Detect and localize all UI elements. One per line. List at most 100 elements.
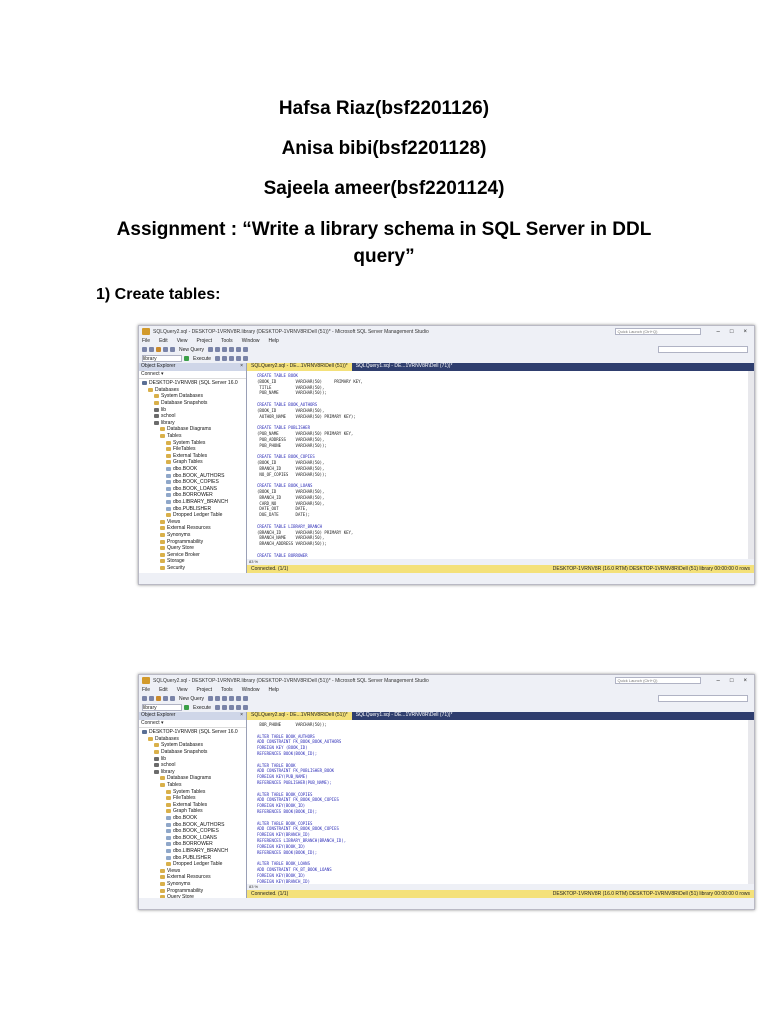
tree-node[interactable]: Databases [139, 387, 246, 394]
parse-icon[interactable] [222, 705, 228, 710]
forward-icon[interactable] [149, 696, 154, 701]
tree-node[interactable]: dbo.BOOK_AUTHORS [139, 821, 246, 828]
tree-node[interactable]: Programmability [139, 538, 246, 545]
tree-node[interactable]: System Databases [139, 393, 246, 400]
save-all-icon[interactable] [170, 696, 175, 701]
tree-node[interactable]: Views [139, 518, 246, 525]
redo-icon[interactable] [243, 347, 249, 352]
save-icon[interactable] [163, 696, 168, 701]
tree-node[interactable]: dbo.BOOK_COPIES [139, 828, 246, 835]
connect-button[interactable]: Connect ▾ [139, 720, 246, 728]
vertical-scrollbar[interactable] [748, 720, 754, 884]
menu-file[interactable]: File [142, 338, 150, 344]
menu-help[interactable]: Help [268, 687, 278, 693]
tree-node[interactable]: System Databases [139, 742, 246, 749]
tree-node[interactable]: DESKTOP-1VRNV8R (SQL Server 16.0 [139, 380, 246, 387]
minimize-icon[interactable]: – [717, 678, 720, 684]
execute-button[interactable]: Execute [191, 356, 213, 362]
tree-node[interactable]: Tables [139, 433, 246, 440]
tree-node[interactable]: Graph Tables [139, 808, 246, 815]
tree-node[interactable]: Service Broker [139, 551, 246, 558]
tree-node[interactable]: DESKTOP-1VRNV8R (SQL Server 16.0 [139, 729, 246, 736]
new-query-button[interactable]: New Query [177, 347, 206, 353]
tree-node[interactable]: Storage [139, 558, 246, 565]
tree-node[interactable]: Graph Tables [139, 459, 246, 466]
tree-node[interactable]: External Resources [139, 525, 246, 532]
tree-node[interactable]: library [139, 769, 246, 776]
menu-tools[interactable]: Tools [221, 338, 233, 344]
tree-node[interactable]: External Tables [139, 802, 246, 809]
tree-node[interactable]: dbo.BORROWER [139, 841, 246, 848]
menu-project[interactable]: Project [196, 687, 212, 693]
undo-icon[interactable] [236, 347, 242, 352]
parse-icon[interactable] [222, 356, 228, 361]
tree-node[interactable]: Database Snapshots [139, 749, 246, 756]
back-icon[interactable] [142, 696, 147, 701]
paste-icon[interactable] [229, 347, 235, 352]
debug-icon[interactable] [215, 356, 221, 361]
results-icon[interactable] [236, 356, 242, 361]
quick-launch-input[interactable]: Quick Launch (Ctrl+Q) [614, 677, 701, 684]
tree-node[interactable]: Dropped Ledger Table [139, 512, 246, 519]
tree-node[interactable]: Synonyms [139, 532, 246, 539]
tree-node[interactable]: Security [139, 565, 246, 572]
save-icon[interactable] [163, 347, 168, 352]
copy-icon[interactable] [222, 347, 228, 352]
tab-query1[interactable]: SQLQuery1.sql - DE...1VRNV8R\Dell (71))* [352, 363, 457, 371]
tree-node[interactable]: Tables [139, 782, 246, 789]
tree-node[interactable]: dbo.BOOK_LOANS [139, 486, 246, 493]
maximize-icon[interactable]: □ [730, 329, 734, 335]
menu-edit[interactable]: Edit [159, 687, 168, 693]
code-area[interactable]: BOR_PHONE VARCHAR(50)); ALTER TABLE BOOK… [247, 720, 754, 884]
tree-node[interactable]: dbo.PUBLISHER [139, 505, 246, 512]
menu-edit[interactable]: Edit [159, 338, 168, 344]
menu-help[interactable]: Help [268, 338, 278, 344]
menu-project[interactable]: Project [196, 338, 212, 344]
back-icon[interactable] [142, 347, 147, 352]
tree-node[interactable]: lib [139, 755, 246, 762]
connect-button[interactable]: Connect ▾ [139, 371, 246, 379]
execute-button[interactable]: Execute [191, 705, 213, 711]
tree-node[interactable]: dbo.PUBLISHER [139, 854, 246, 861]
db-query-icon[interactable] [208, 696, 214, 701]
maximize-icon[interactable]: □ [730, 678, 734, 684]
tree-node[interactable]: school [139, 413, 246, 420]
database-select[interactable]: library [142, 355, 182, 362]
debug-icon[interactable] [215, 705, 221, 710]
tab-query1[interactable]: SQLQuery1.sql - DE...1VRNV8R\Dell (71))* [352, 712, 457, 720]
tree-node[interactable]: Programmability [139, 887, 246, 894]
quick-launch-input[interactable]: Quick Launch (Ctrl+Q) [614, 328, 701, 335]
tree-node[interactable]: Query Store [139, 894, 246, 898]
save-all-icon[interactable] [170, 347, 175, 352]
results-icon[interactable] [236, 705, 242, 710]
db-query-icon[interactable] [208, 347, 214, 352]
close-icon[interactable]: × [743, 329, 747, 335]
comment-icon[interactable] [243, 356, 249, 361]
paste-icon[interactable] [229, 696, 235, 701]
open-icon[interactable] [156, 696, 161, 701]
execute-icon[interactable] [184, 705, 189, 710]
execute-icon[interactable] [184, 356, 189, 361]
tree-node[interactable]: dbo.BOOK_LOANS [139, 835, 246, 842]
tab-query2[interactable]: SQLQuery2.sql - DE...1VRNV8R\Dell (51))* [247, 712, 352, 720]
tree-node[interactable]: dbo.BOOK [139, 466, 246, 473]
vertical-scrollbar[interactable] [748, 371, 754, 559]
panel-close-icon[interactable]: × [240, 363, 243, 371]
tree-node[interactable]: Database Diagrams [139, 775, 246, 782]
tree-node[interactable]: Database Snapshots [139, 400, 246, 407]
cut-icon[interactable] [215, 347, 221, 352]
menu-view[interactable]: View [177, 338, 188, 344]
tree-node[interactable]: Dropped Ledger Table [139, 861, 246, 868]
cut-icon[interactable] [215, 696, 221, 701]
tree-node[interactable]: External Resources [139, 874, 246, 881]
new-query-button[interactable]: New Query [177, 696, 206, 702]
minimize-icon[interactable]: – [717, 329, 720, 335]
panel-close-icon[interactable]: × [240, 712, 243, 720]
forward-icon[interactable] [149, 347, 154, 352]
menu-window[interactable]: Window [242, 338, 260, 344]
tree-node[interactable]: dbo.BOOK_COPIES [139, 479, 246, 486]
copy-icon[interactable] [222, 696, 228, 701]
tree-node[interactable]: lib [139, 406, 246, 413]
tree-node[interactable]: Database Diagrams [139, 426, 246, 433]
menu-file[interactable]: File [142, 687, 150, 693]
